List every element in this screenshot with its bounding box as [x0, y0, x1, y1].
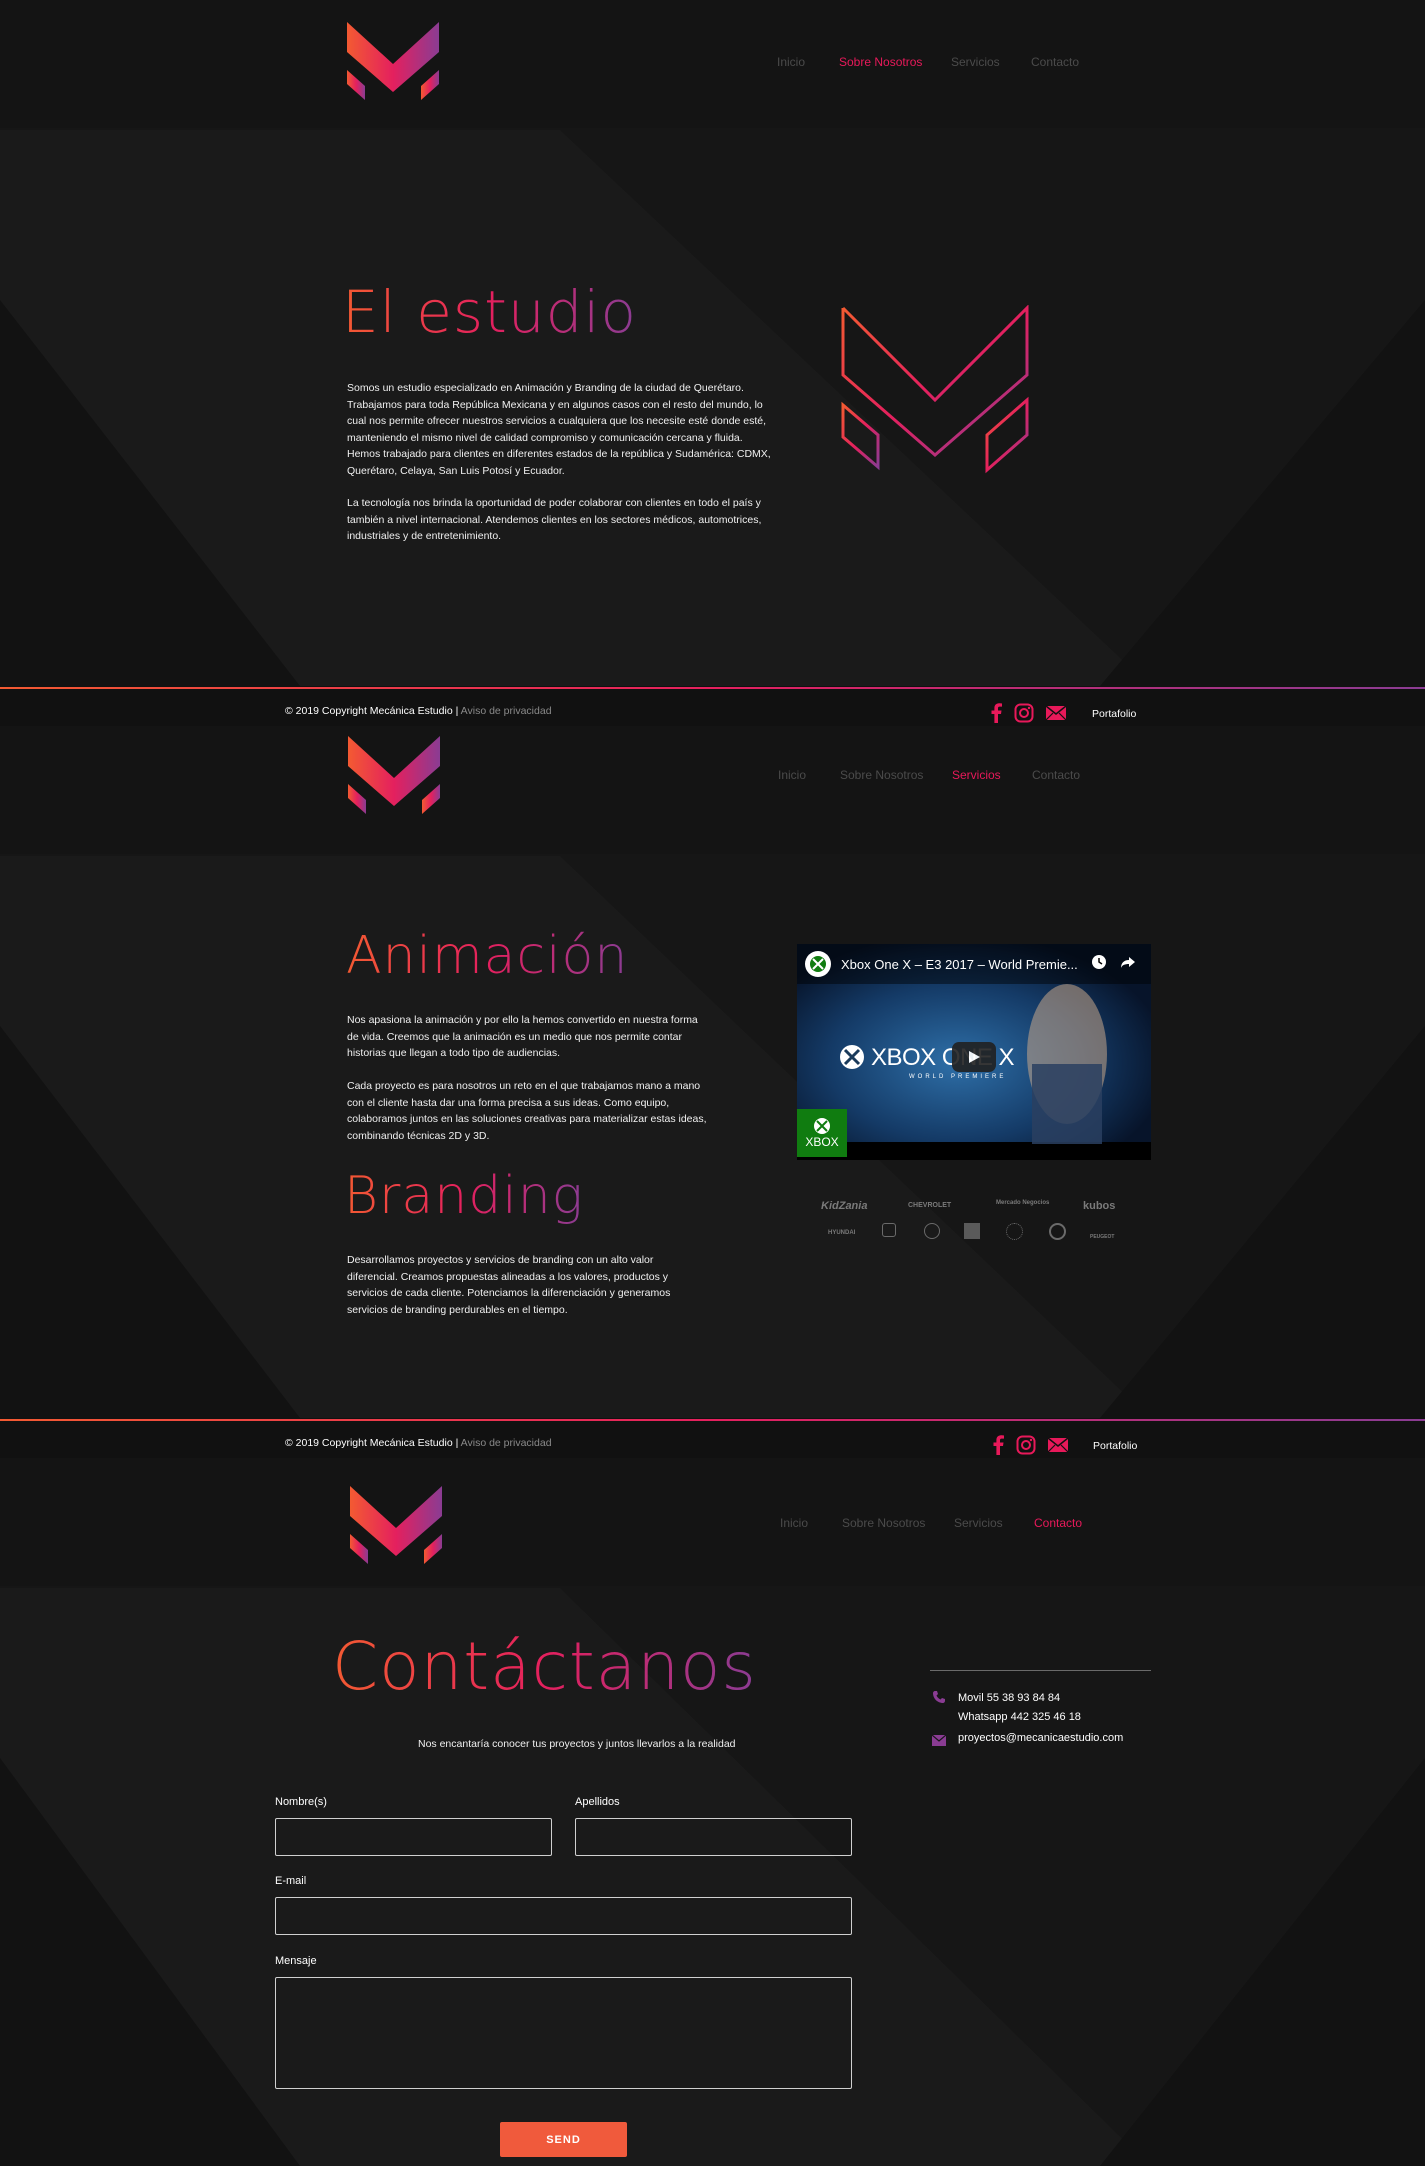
email-label: E-mail	[275, 1875, 307, 1887]
video-player[interactable]: Xbox One X – E3 2017 – World Premie... X…	[797, 944, 1151, 1160]
instagram-icon[interactable]	[1016, 1435, 1036, 1455]
phone-icon	[932, 1690, 946, 1709]
copyright: © 2019 Copyright Mecánica Estudio | Avis…	[285, 1437, 552, 1449]
client-logo	[924, 1223, 940, 1239]
social-links	[990, 703, 1066, 723]
social-links	[992, 1435, 1068, 1455]
mail-icon[interactable]	[1046, 706, 1066, 720]
client-logo	[964, 1223, 980, 1239]
contact-subtitle: Nos encantaría conocer tus proyectos y j…	[418, 1738, 736, 1750]
footer-divider	[0, 687, 1425, 689]
animation-paragraph-2: Cada proyecto es para nosotros un reto e…	[347, 1080, 707, 1142]
client-logo	[1049, 1223, 1066, 1240]
nav-bar	[0, 1458, 1425, 1586]
footer-1: © 2019 Copyright Mecánica Estudio | Avis…	[0, 686, 1425, 726]
send-button[interactable]: SEND	[500, 2122, 627, 2157]
client-logo: HYUNDAI	[828, 1230, 856, 1236]
about-page: Inicio Sobre Nosotros Servicios Contacto…	[0, 0, 1425, 686]
share-icon[interactable]	[1120, 954, 1136, 975]
xbox-badge-label: XBOX	[805, 1135, 839, 1149]
nav-sobre-nosotros[interactable]: Sobre Nosotros	[840, 768, 923, 782]
client-logo: KidZania	[821, 1200, 868, 1212]
client-logo: Mercado Negocios	[996, 1200, 1050, 1206]
client-logo	[1006, 1223, 1023, 1240]
footer-2: © 2019 Copyright Mecánica Estudio | Avis…	[0, 1418, 1425, 1458]
logo[interactable]	[347, 22, 439, 100]
copyright: © 2019 Copyright Mecánica Estudio | Avis…	[285, 705, 552, 717]
client-logo: kubos	[1083, 1200, 1116, 1212]
video-title[interactable]: Xbox One X – E3 2017 – World Premie...	[841, 957, 1078, 972]
mail-icon[interactable]	[1048, 1438, 1068, 1452]
branding-paragraph: Desarrollamos proyectos y servicios de b…	[347, 1254, 671, 1316]
client-logo: PEUGEOT	[1090, 1234, 1115, 1240]
nav-inicio[interactable]: Inicio	[780, 1516, 808, 1530]
xbox-badge-icon	[814, 1118, 830, 1134]
nav-bar	[0, 0, 1425, 128]
name-input[interactable]	[275, 1818, 552, 1856]
contact-email[interactable]: proyectos@mecanicaestudio.com	[958, 1732, 1123, 1744]
nav-bar	[0, 726, 1425, 854]
about-paragraph-2: La tecnología nos brinda la oportunidad …	[347, 497, 762, 542]
services-page: Inicio Sobre Nosotros Servicios Contacto…	[0, 726, 1425, 1418]
youtube-channel-avatar[interactable]	[805, 951, 831, 977]
client-logo	[882, 1223, 896, 1237]
name-label: Nombre(s)	[275, 1796, 327, 1808]
xbox-badge: XBOX	[797, 1109, 847, 1157]
privacy-link[interactable]: Aviso de privacidad	[461, 1437, 552, 1449]
about-paragraph-1: Somos un estudio especializado en Animac…	[347, 382, 771, 477]
nav-servicios[interactable]: Servicios	[951, 55, 1000, 69]
nav-servicios[interactable]: Servicios	[954, 1516, 1003, 1530]
email-input[interactable]	[275, 1897, 852, 1935]
play-button[interactable]	[952, 1042, 996, 1072]
contact-page: Inicio Sobre Nosotros Servicios Contacto…	[0, 1458, 1425, 2166]
contact-title: Contáctanos	[332, 1628, 757, 1705]
xbox-logo-icon	[839, 1044, 865, 1075]
portfolio-link[interactable]: Portafolio	[1093, 1440, 1137, 1452]
email-icon	[931, 1733, 947, 1751]
message-label: Mensaje	[275, 1955, 317, 1967]
portfolio-link[interactable]: Portafolio	[1092, 708, 1136, 720]
nav-inicio[interactable]: Inicio	[777, 55, 805, 69]
surname-label: Apellidos	[575, 1796, 620, 1808]
clock-icon[interactable]	[1091, 954, 1107, 975]
large-logo-outline	[841, 305, 1029, 474]
logo[interactable]	[350, 1486, 442, 1564]
nav-contacto[interactable]: Contacto	[1031, 55, 1079, 69]
whatsapp-number[interactable]: Whatsapp 442 325 46 18	[958, 1711, 1081, 1723]
privacy-link[interactable]: Aviso de privacidad	[461, 705, 552, 717]
nav-servicios[interactable]: Servicios	[952, 768, 1001, 782]
nav-contacto[interactable]: Contacto	[1032, 768, 1080, 782]
nav-sobre-nosotros[interactable]: Sobre Nosotros	[842, 1516, 925, 1530]
mobile-number[interactable]: Movil 55 38 93 84 84	[958, 1692, 1060, 1704]
logo[interactable]	[348, 736, 440, 814]
instagram-icon[interactable]	[1014, 703, 1034, 723]
about-title: El estudio	[342, 278, 638, 346]
nav-inicio[interactable]: Inicio	[778, 768, 806, 782]
animation-paragraph-1: Nos apasiona la animación y por ello la …	[347, 1014, 698, 1059]
message-textarea[interactable]	[275, 1977, 852, 2089]
facebook-icon[interactable]	[990, 703, 1002, 723]
nav-contacto[interactable]: Contacto	[1034, 1516, 1082, 1530]
contact-divider	[930, 1670, 1151, 1671]
video-overlay-subtitle: WORLD PREMIERE	[909, 1074, 1007, 1080]
nav-sobre-nosotros[interactable]: Sobre Nosotros	[839, 55, 922, 69]
client-logo: CHEVROLET	[908, 1202, 952, 1209]
branding-title: Branding	[344, 1166, 584, 1226]
surname-input[interactable]	[575, 1818, 852, 1856]
facebook-icon[interactable]	[992, 1435, 1004, 1455]
animation-title: Animación	[346, 926, 629, 986]
footer-divider	[0, 1419, 1425, 1421]
